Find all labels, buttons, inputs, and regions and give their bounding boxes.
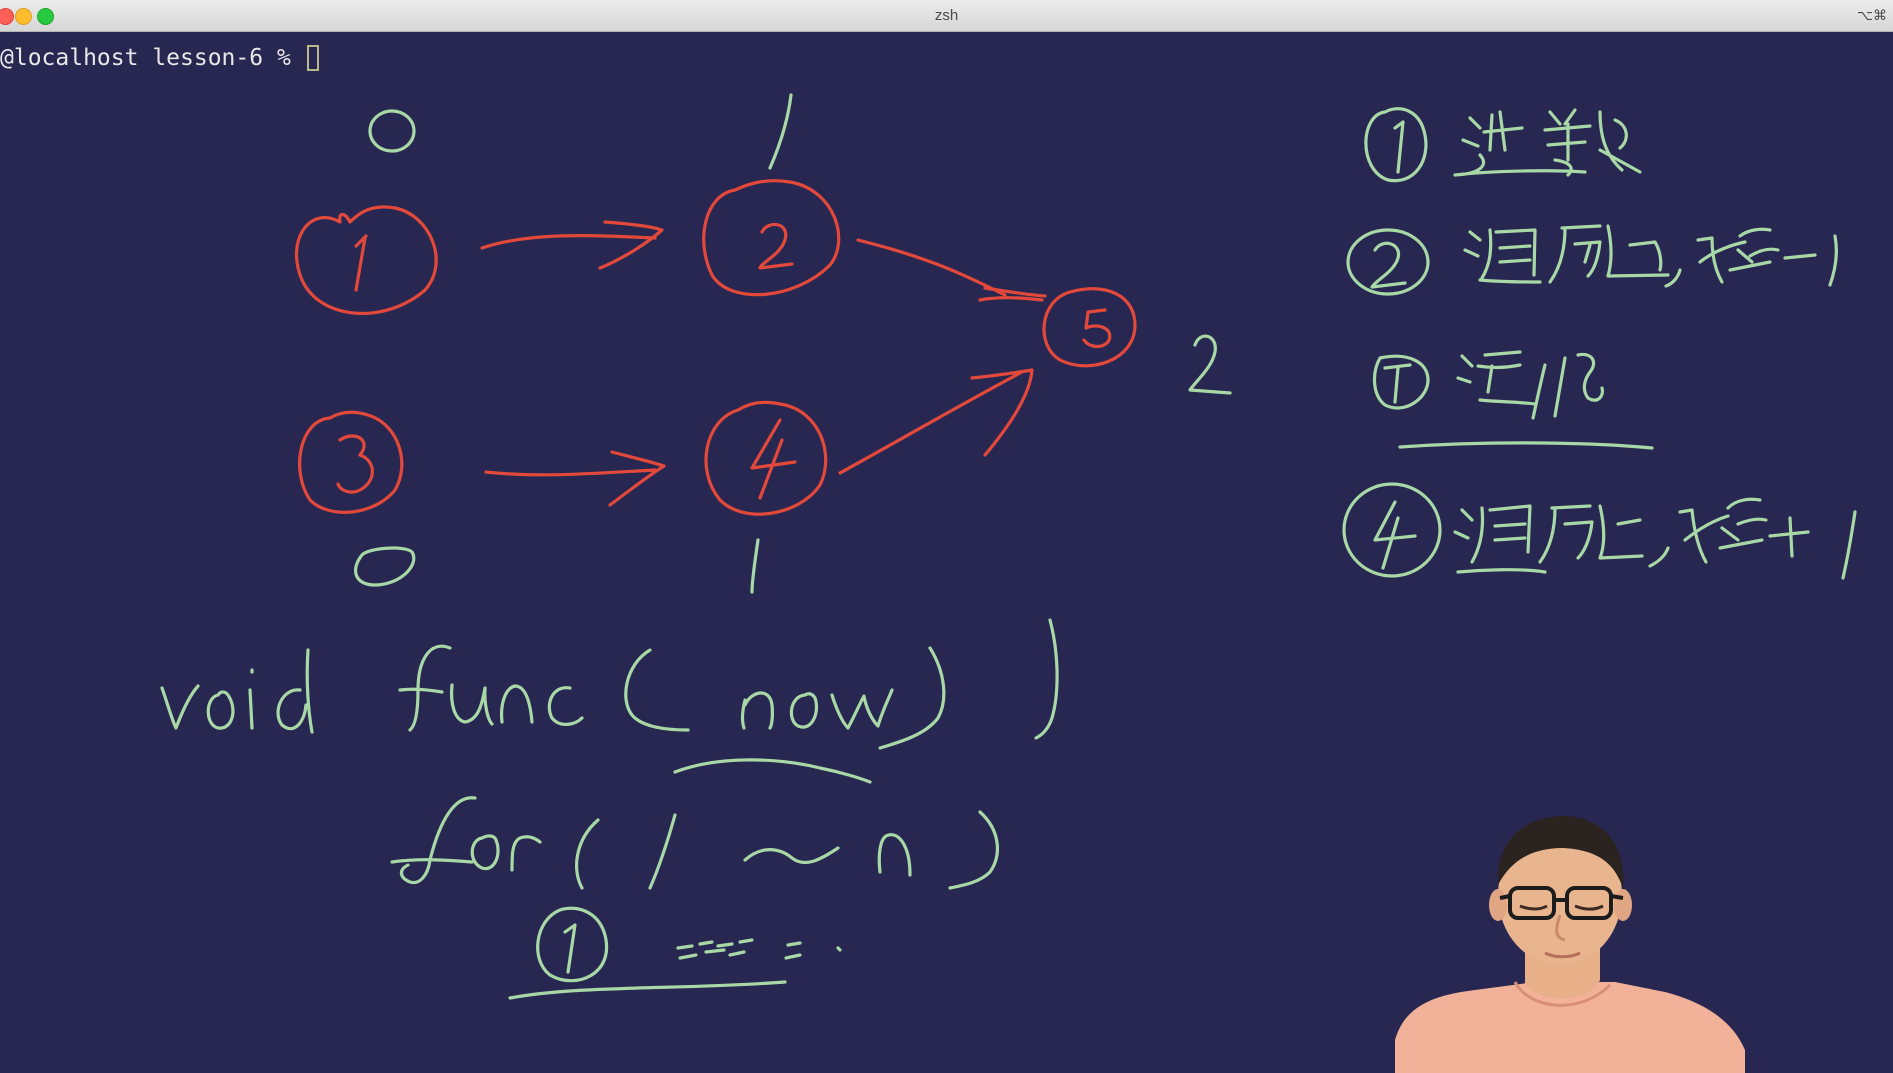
indegree-node-2 [768, 93, 793, 170]
indegree-labels [353, 93, 1232, 594]
graph-edge-1-2 [480, 220, 664, 270]
graph-node-5 [1042, 287, 1137, 368]
graph-drawing [295, 179, 1137, 516]
code-paren-now [624, 618, 1059, 784]
note-item-4 [1342, 482, 1857, 580]
note-item-2 [1346, 224, 1838, 296]
note-item-3 [1373, 350, 1654, 450]
code-word-func [398, 644, 584, 732]
graph-node-2 [702, 179, 841, 297]
graph-node-4 [704, 400, 828, 516]
graph-edge-3-4 [484, 450, 666, 507]
indegree-node-1 [368, 109, 416, 153]
indegree-node-4 [750, 538, 760, 594]
graph-edge-4-5 [838, 368, 1034, 475]
notes-list [1342, 107, 1857, 580]
indegree-node-3 [353, 546, 416, 587]
presenter-webcam [1395, 815, 1745, 1073]
graph-node-1 [295, 205, 438, 315]
pseudocode [160, 618, 1059, 1000]
code-word-void [160, 648, 314, 734]
graph-node-3 [298, 410, 404, 514]
graph-edge-2-5 [856, 238, 1047, 302]
code-for-loop [390, 796, 999, 890]
code-step-1 [508, 906, 842, 1000]
indegree-node-5 [1188, 334, 1232, 395]
note-item-1 [1364, 107, 1642, 183]
